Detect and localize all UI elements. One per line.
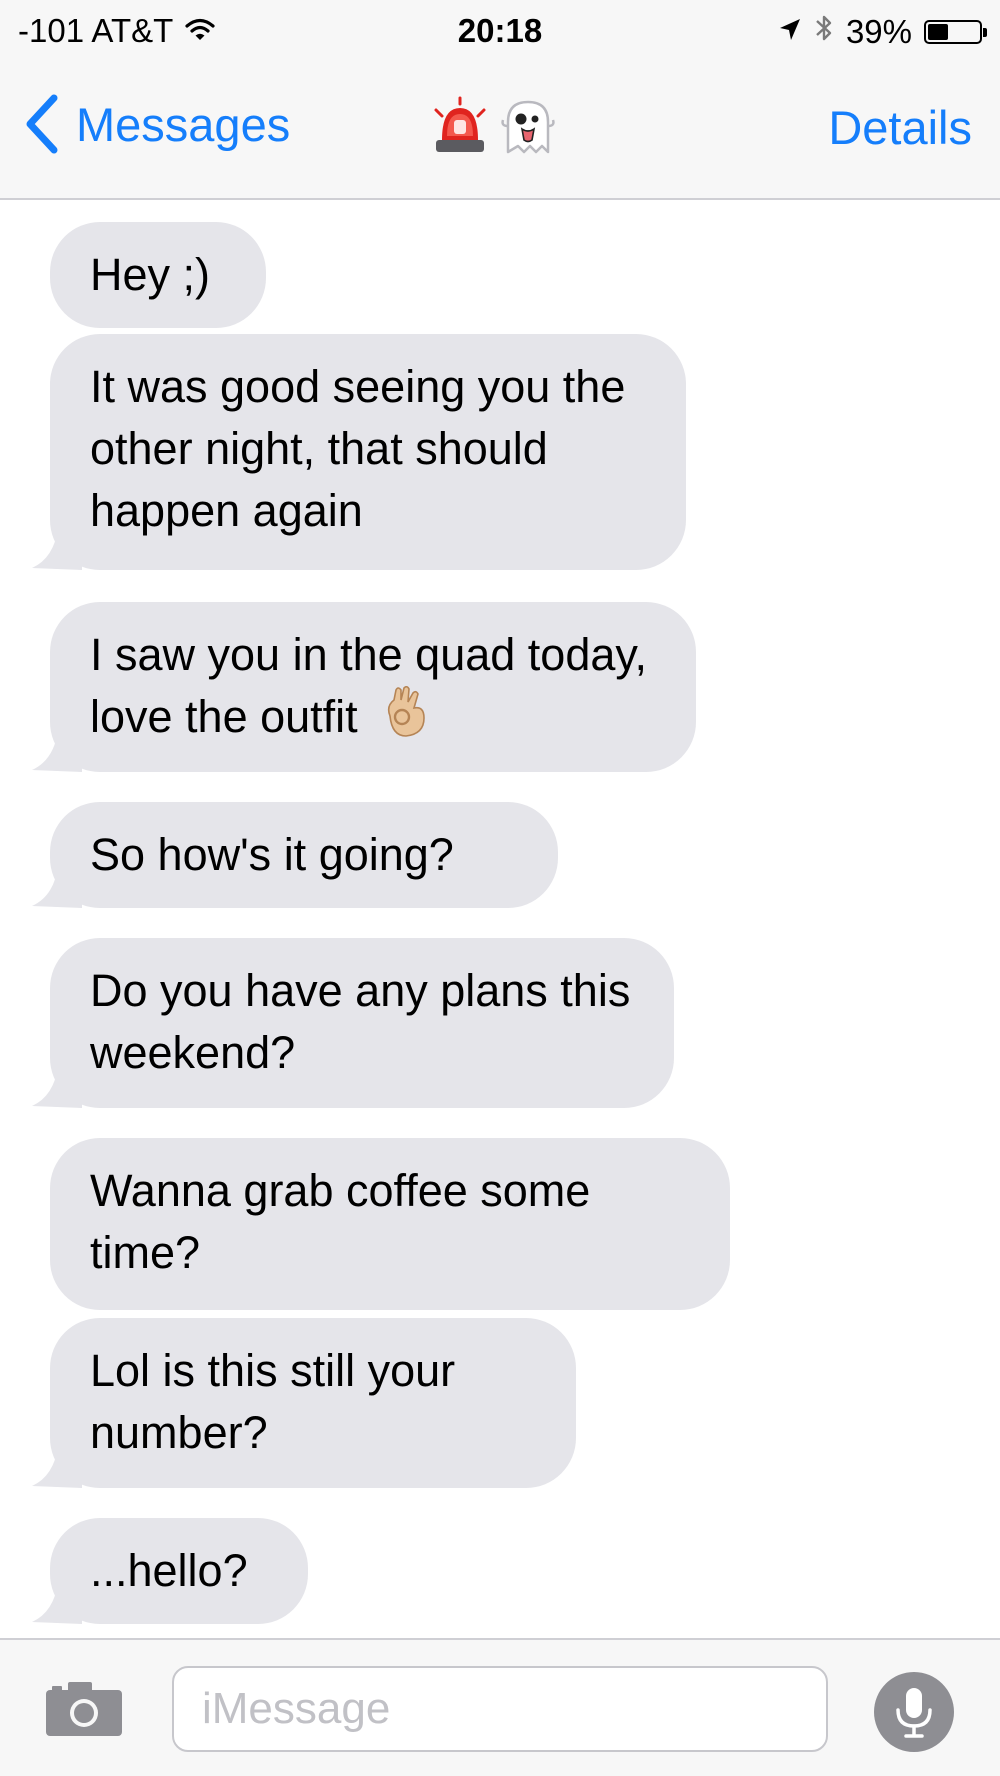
- camera-icon: [46, 1682, 122, 1736]
- location-arrow-icon: [778, 13, 802, 51]
- status-bar: -101 AT&T 20:18 39%: [0, 0, 1000, 62]
- messages-screen: -101 AT&T 20:18 39% Messages Details Hey…: [0, 0, 1000, 1776]
- bubble-tail: [32, 730, 82, 772]
- battery-icon: [924, 20, 987, 44]
- message-text: Wanna grab coffee some time?: [90, 1165, 591, 1278]
- details-button[interactable]: Details: [828, 100, 972, 155]
- message-input[interactable]: [172, 1666, 828, 1752]
- battery-percent: 39%: [845, 13, 912, 50]
- message-bubble-7[interactable]: Lol is this still your number?: [32, 1318, 576, 1488]
- message-text: ...hello?: [90, 1545, 248, 1596]
- message-bubble-4[interactable]: So how's it going?: [32, 802, 558, 908]
- message-bubble-2[interactable]: It was good seeing you the other night, …: [32, 334, 686, 570]
- message-text: So how's it going?: [90, 829, 454, 880]
- ok-hand-emoji: [382, 686, 428, 754]
- ghost-emoji: [498, 96, 558, 161]
- camera-button[interactable]: [44, 1678, 124, 1743]
- battery-fill: [928, 24, 948, 40]
- message-bubble-8[interactable]: ...hello?: [32, 1518, 308, 1624]
- status-right: 39%: [778, 12, 987, 52]
- composer-bar: [0, 1638, 1000, 1776]
- bubble-tail: [32, 1446, 82, 1488]
- battery-nub: [983, 28, 987, 37]
- message-text: Lol is this still your number?: [90, 1345, 456, 1458]
- microphone-button[interactable]: [874, 1672, 954, 1752]
- nav-bar: Messages Details: [0, 62, 1000, 200]
- bluetooth-icon: [814, 12, 834, 52]
- message-bubble-6[interactable]: Wanna grab coffee some time?: [50, 1138, 730, 1310]
- message-text: I saw you in the quad today, love the ou…: [90, 629, 648, 742]
- bubble-tail: [32, 528, 82, 570]
- back-button[interactable]: Messages: [22, 92, 290, 156]
- message-bubble-5[interactable]: Do you have any plans this weekend?: [32, 938, 674, 1108]
- bubble-tail: [32, 866, 82, 908]
- police-light-emoji: [430, 96, 490, 161]
- message-text: It was good seeing you the other night, …: [90, 361, 626, 536]
- conversation-title[interactable]: [430, 96, 558, 161]
- bubble-tail: [32, 1066, 82, 1108]
- chevron-left-icon: [26, 94, 58, 154]
- back-button-label: Messages: [76, 97, 291, 151]
- message-bubble-3[interactable]: I saw you in the quad today, love the ou…: [32, 602, 696, 772]
- message-text: Do you have any plans this weekend?: [90, 965, 631, 1078]
- message-thread: Hey ;) It was good seeing you the other …: [0, 200, 1000, 1638]
- microphone-icon: [896, 1688, 932, 1738]
- message-text: Hey ;): [90, 249, 211, 300]
- bubble-tail: [32, 1582, 82, 1624]
- message-bubble-1[interactable]: Hey ;): [50, 222, 266, 328]
